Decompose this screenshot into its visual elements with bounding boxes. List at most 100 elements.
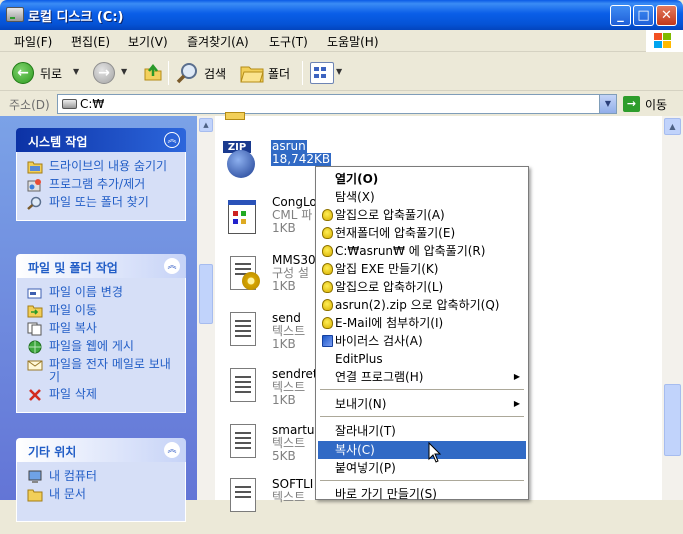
drive-icon bbox=[62, 99, 77, 109]
menu-tools[interactable]: 도구(T) bbox=[269, 33, 308, 50]
copy-icon bbox=[27, 322, 43, 336]
back-button-label[interactable]: 뒤로 bbox=[40, 65, 62, 82]
menu-item-virus-scan[interactable]: 바이러스 검사(A) bbox=[318, 332, 526, 350]
address-dropdown-icon[interactable]: ▼ bbox=[599, 95, 616, 113]
scroll-up-arrow-icon[interactable]: ▲ bbox=[199, 118, 213, 132]
back-dropdown-caret-icon[interactable]: ▼ bbox=[73, 67, 79, 76]
menu-item-send-to[interactable]: 보내기(N) ▶ bbox=[318, 395, 526, 413]
alzip-icon bbox=[322, 281, 333, 293]
file-list-scrollbar[interactable]: ▲ bbox=[662, 116, 683, 500]
menu-item-label: 붙여넣기(P) bbox=[335, 461, 396, 475]
menu-item-alzip-extract[interactable]: 알집으로 압축풀기(A) bbox=[318, 206, 526, 224]
menu-item-alzip-compress[interactable]: 알집으로 압축하기(L) bbox=[318, 278, 526, 296]
task-email-file[interactable]: 파일을 전자 메일로 보내기 bbox=[27, 358, 179, 384]
task-label: 파일을 전자 메일로 보내기 bbox=[49, 357, 171, 384]
scroll-up-arrow-icon[interactable]: ▲ bbox=[664, 118, 681, 135]
other-places-header[interactable]: 기타 위치 ︽ bbox=[16, 438, 186, 462]
views-dropdown-caret-icon[interactable]: ▼ bbox=[336, 67, 342, 76]
cml-file-icon bbox=[222, 196, 260, 242]
file-tasks-header[interactable]: 파일 및 폴더 작업 ︽ bbox=[16, 254, 186, 278]
task-copy-file[interactable]: 파일 복사 bbox=[27, 322, 179, 336]
menu-item-copy[interactable]: 복사(C) bbox=[318, 441, 526, 459]
menu-help[interactable]: 도움말(H) bbox=[327, 33, 379, 50]
menu-item-extract-here[interactable]: 현재폴더에 압축풀기(E) bbox=[318, 224, 526, 242]
address-bar: 주소(D) C:₩ ▼ → 이동 bbox=[0, 92, 683, 116]
panel-body: 드라이브의 내용 숨기기 프로그램 추가/제거 파일 또는 폴더 찾기 bbox=[16, 152, 186, 221]
menu-item-open-with[interactable]: 연결 프로그램(H) ▶ bbox=[318, 368, 526, 386]
task-delete-file[interactable]: 파일 삭제 bbox=[27, 388, 179, 402]
menu-favorites[interactable]: 즐겨찾기(A) bbox=[187, 33, 249, 50]
collapse-chevron-icon[interactable]: ︽ bbox=[164, 442, 180, 458]
menu-item-cut[interactable]: 잘라내기(T) bbox=[318, 422, 526, 440]
menu-item-label: C:₩asrun₩ 에 압축풀기(R) bbox=[335, 244, 486, 258]
menu-item-email-attach[interactable]: E-Mail에 첨부하기(I) bbox=[318, 314, 526, 332]
menu-view[interactable]: 보기(V) bbox=[128, 33, 168, 50]
menu-file[interactable]: 파일(F) bbox=[14, 33, 52, 50]
folder-view-icon bbox=[27, 160, 43, 174]
context-menu: 열기(O) 탐색(X) 알집으로 압축풀기(A) 현재폴더에 압축풀기(E) C… bbox=[315, 166, 529, 503]
forward-dropdown-caret-icon[interactable]: ▼ bbox=[121, 67, 127, 76]
task-add-remove-programs[interactable]: 프로그램 추가/제거 bbox=[27, 178, 179, 192]
toolbar: ← 뒤로 ▼ → ▼ 검색 폴더 ▼ bbox=[0, 53, 683, 91]
file-size: 1KB bbox=[272, 279, 296, 293]
panel-title: 시스템 작업 bbox=[28, 135, 88, 149]
text-file-icon bbox=[222, 478, 260, 524]
task-publish-web[interactable]: 파일을 웹에 게시 bbox=[27, 340, 179, 354]
toolbar-separator bbox=[168, 61, 169, 85]
task-hide-drive-contents[interactable]: 드라이브의 내용 숨기기 bbox=[27, 160, 179, 174]
forward-arrow-icon[interactable]: → bbox=[93, 62, 115, 84]
menu-item-compress-to-zip[interactable]: asrun(2).zip 으로 압축하기(Q) bbox=[318, 296, 526, 314]
address-input[interactable]: C:₩ ▼ bbox=[57, 94, 617, 114]
menu-item-make-exe[interactable]: 알집 EXE 만들기(K) bbox=[318, 260, 526, 278]
task-search-files[interactable]: 파일 또는 폴더 찾기 bbox=[27, 196, 179, 210]
collapse-chevron-icon[interactable]: ︽ bbox=[164, 258, 180, 274]
address-value[interactable]: C:₩ bbox=[80, 97, 104, 111]
alzip-icon bbox=[322, 227, 333, 239]
scroll-thumb[interactable] bbox=[664, 384, 681, 456]
go-arrow-icon[interactable]: → bbox=[623, 96, 640, 112]
menu-item-editplus[interactable]: EditPlus bbox=[318, 350, 526, 368]
task-label: 파일 삭제 bbox=[49, 387, 97, 401]
search-icon[interactable] bbox=[176, 61, 200, 85]
task-label: 파일 복사 bbox=[49, 321, 97, 335]
system-tasks-header[interactable]: 시스템 작업 ︽ bbox=[16, 128, 186, 152]
menu-item-label: 복사(C) bbox=[335, 443, 375, 457]
menu-separator bbox=[320, 416, 524, 417]
address-label: 주소(D) bbox=[9, 98, 50, 112]
menu-item-paste[interactable]: 붙여넣기(P) bbox=[318, 459, 526, 477]
task-label: 파일을 웹에 게시 bbox=[49, 339, 134, 353]
menu-item-create-shortcut[interactable]: 바로 가기 만들기(S) bbox=[318, 485, 526, 503]
go-button-label[interactable]: 이동 bbox=[645, 96, 667, 113]
menu-item-open[interactable]: 열기(O) bbox=[318, 170, 526, 188]
minimize-button[interactable]: _ bbox=[610, 5, 631, 26]
menu-item-label: 보내기(N) bbox=[335, 397, 387, 411]
place-my-computer[interactable]: 내 컴퓨터 bbox=[27, 470, 179, 484]
collapse-chevron-icon[interactable]: ︽ bbox=[164, 132, 180, 148]
task-rename-file[interactable]: 파일 이름 변경 bbox=[27, 286, 179, 300]
views-icon[interactable] bbox=[310, 62, 334, 84]
task-label: 파일 또는 폴더 찾기 bbox=[49, 195, 149, 209]
title-bar[interactable]: 로컬 디스크 (C:) _ □ ✕ bbox=[0, 0, 683, 30]
task-pane-scrollbar[interactable]: ▲ bbox=[197, 116, 215, 500]
task-label: 프로그램 추가/제거 bbox=[49, 177, 146, 191]
back-arrow-icon[interactable]: ← bbox=[12, 62, 34, 84]
menu-item-extract-to-folder[interactable]: C:₩asrun₩ 에 압축풀기(R) bbox=[318, 242, 526, 260]
menu-item-label: asrun(2).zip 으로 압축하기(Q) bbox=[335, 298, 500, 312]
folder-up-icon[interactable] bbox=[143, 62, 163, 82]
task-label: 내 컴퓨터 bbox=[49, 469, 97, 483]
close-button[interactable]: ✕ bbox=[656, 5, 677, 26]
search-button-label[interactable]: 검색 bbox=[204, 65, 226, 82]
move-icon bbox=[27, 304, 43, 318]
scroll-thumb[interactable] bbox=[199, 264, 213, 324]
menu-item-explore[interactable]: 탐색(X) bbox=[318, 188, 526, 206]
panel-title: 파일 및 폴더 작업 bbox=[28, 261, 118, 275]
panel-body: 내 컴퓨터 내 문서 bbox=[16, 462, 186, 522]
folders-icon[interactable] bbox=[240, 63, 264, 83]
task-move-file[interactable]: 파일 이동 bbox=[27, 304, 179, 318]
menu-item-label: E-Mail에 첨부하기(I) bbox=[335, 316, 444, 330]
task-label: 드라이브의 내용 숨기기 bbox=[49, 159, 168, 173]
maximize-button[interactable]: □ bbox=[633, 5, 654, 26]
folders-button-label[interactable]: 폴더 bbox=[268, 65, 290, 82]
file-size: 18,742KB bbox=[271, 152, 332, 166]
menu-edit[interactable]: 편집(E) bbox=[71, 33, 110, 50]
